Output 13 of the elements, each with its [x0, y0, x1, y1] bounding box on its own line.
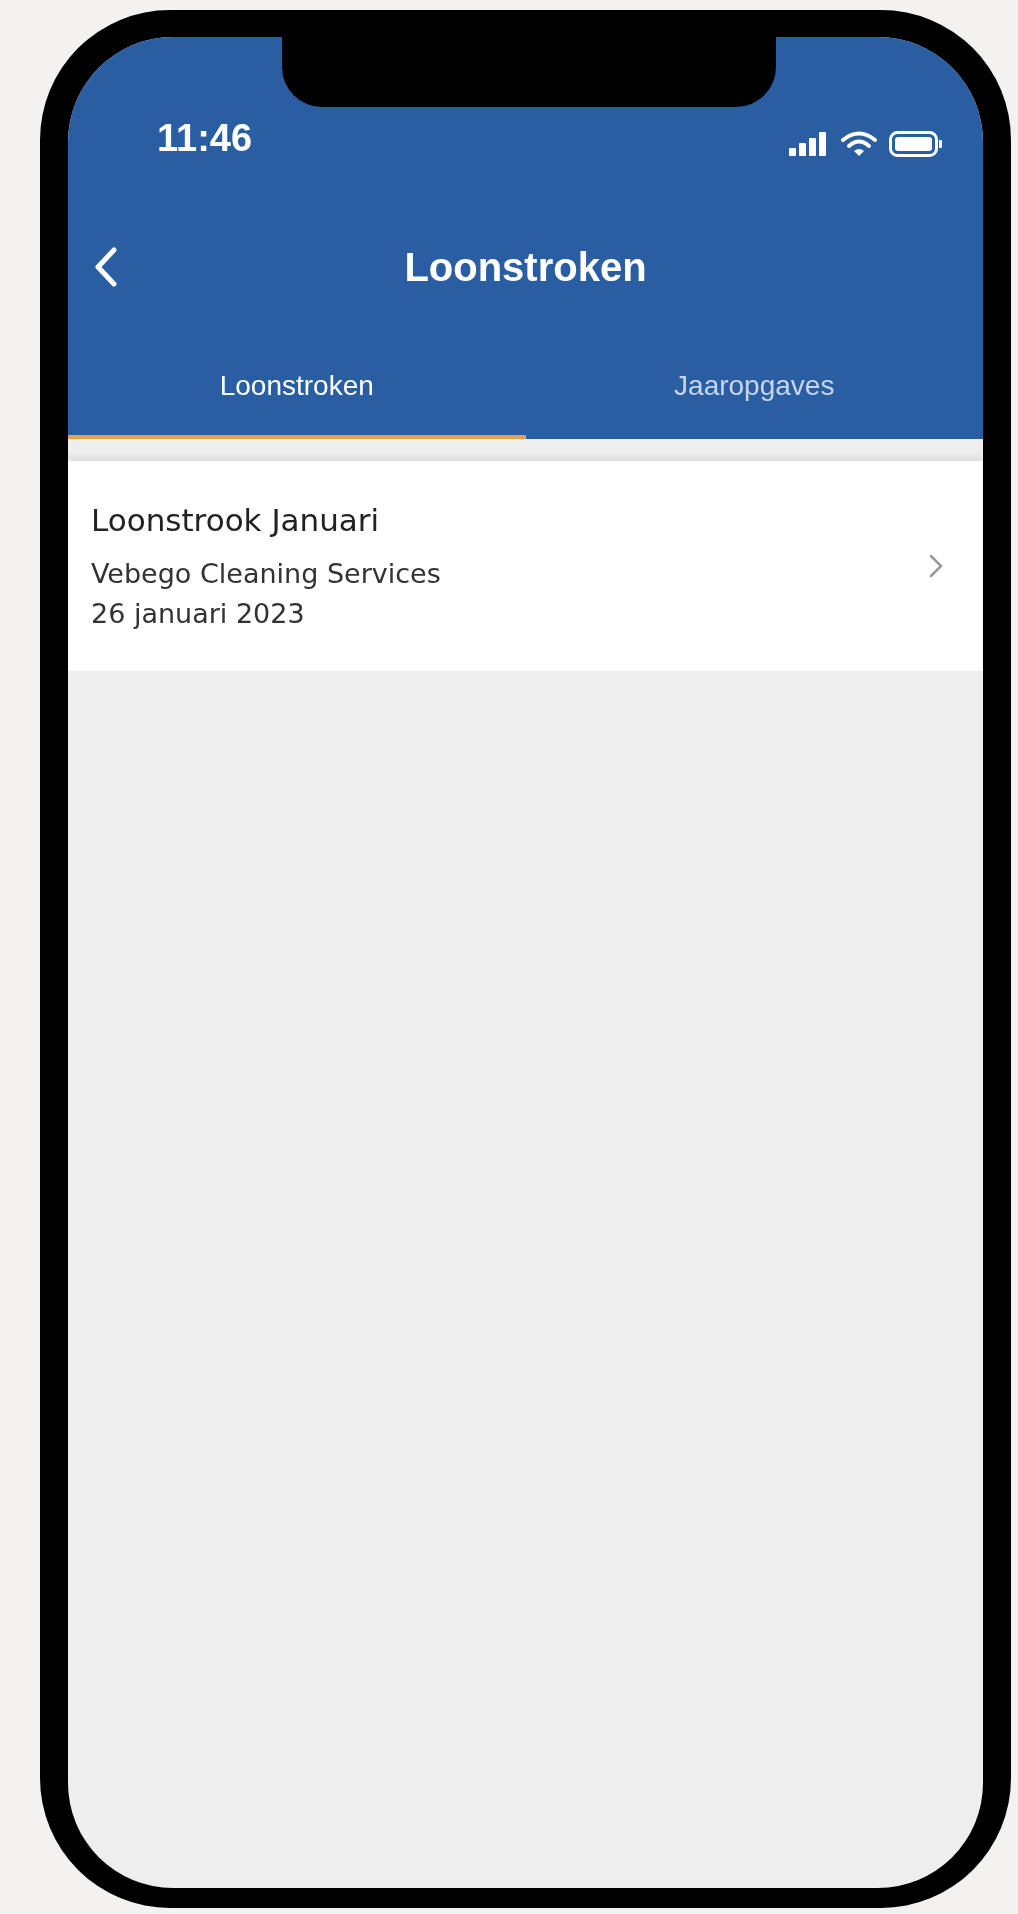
wifi-icon [841, 131, 877, 157]
signal-icon [789, 132, 829, 156]
battery-icon [889, 131, 943, 157]
tab[interactable]: Loonstroken [68, 332, 526, 439]
status-time: 11:46 [157, 119, 253, 157]
employer-name: Vebego Cleaning Services [91, 556, 441, 591]
payslip-title: Loonstrook Januari [91, 501, 381, 541]
payslip-date: 26 januari 2023 [91, 597, 306, 632]
chevron-right-icon [929, 554, 943, 578]
screen-title: Loonstroken [404, 244, 647, 291]
payslip-item[interactable]: Loonstrook Januari Vebego Cleaning Services 26 januari 2023 [68, 461, 983, 671]
back-icon [94, 247, 118, 287]
tab[interactable]: Jaaropgaves [525, 332, 983, 439]
